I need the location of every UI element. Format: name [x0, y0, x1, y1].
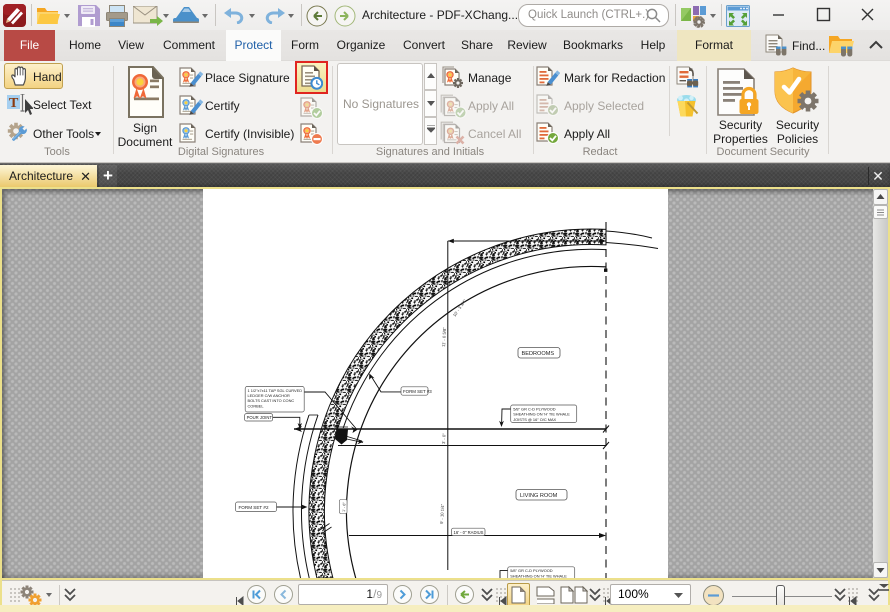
svg-text:3' - 0": 3' - 0" [441, 433, 447, 444]
svg-text:FORM SET #3: FORM SET #3 [403, 389, 432, 394]
svg-text:16' - 0" RADIUS: 16' - 0" RADIUS [454, 530, 484, 535]
svg-text:POUR JOINT: POUR JOINT [247, 415, 273, 420]
svg-text:BEDROOMS: BEDROOMS [522, 351, 555, 357]
svg-text:JOISTS @ 16" O/C MAX: JOISTS @ 16" O/C MAX [513, 417, 556, 422]
svg-text:11' - 0 5/8": 11' - 0 5/8" [441, 327, 447, 347]
svg-text:10' - 3 3/4": 10' - 3 3/4" [452, 298, 468, 318]
svg-text:T: T [9, 96, 19, 111]
svg-text:LIVING ROOM: LIVING ROOM [520, 493, 558, 499]
svg-text:1' - 6": 1' - 6" [342, 502, 347, 513]
svg-text:9' - 10 1/4": 9' - 10 1/4" [439, 503, 445, 524]
svg-text:SHEATHING ON 'H' TIE WHALE: SHEATHING ON 'H' TIE WHALE [510, 573, 567, 578]
svg-text:FORM SET #2: FORM SET #2 [239, 505, 269, 510]
svg-text:CORBEL: CORBEL [248, 403, 265, 408]
